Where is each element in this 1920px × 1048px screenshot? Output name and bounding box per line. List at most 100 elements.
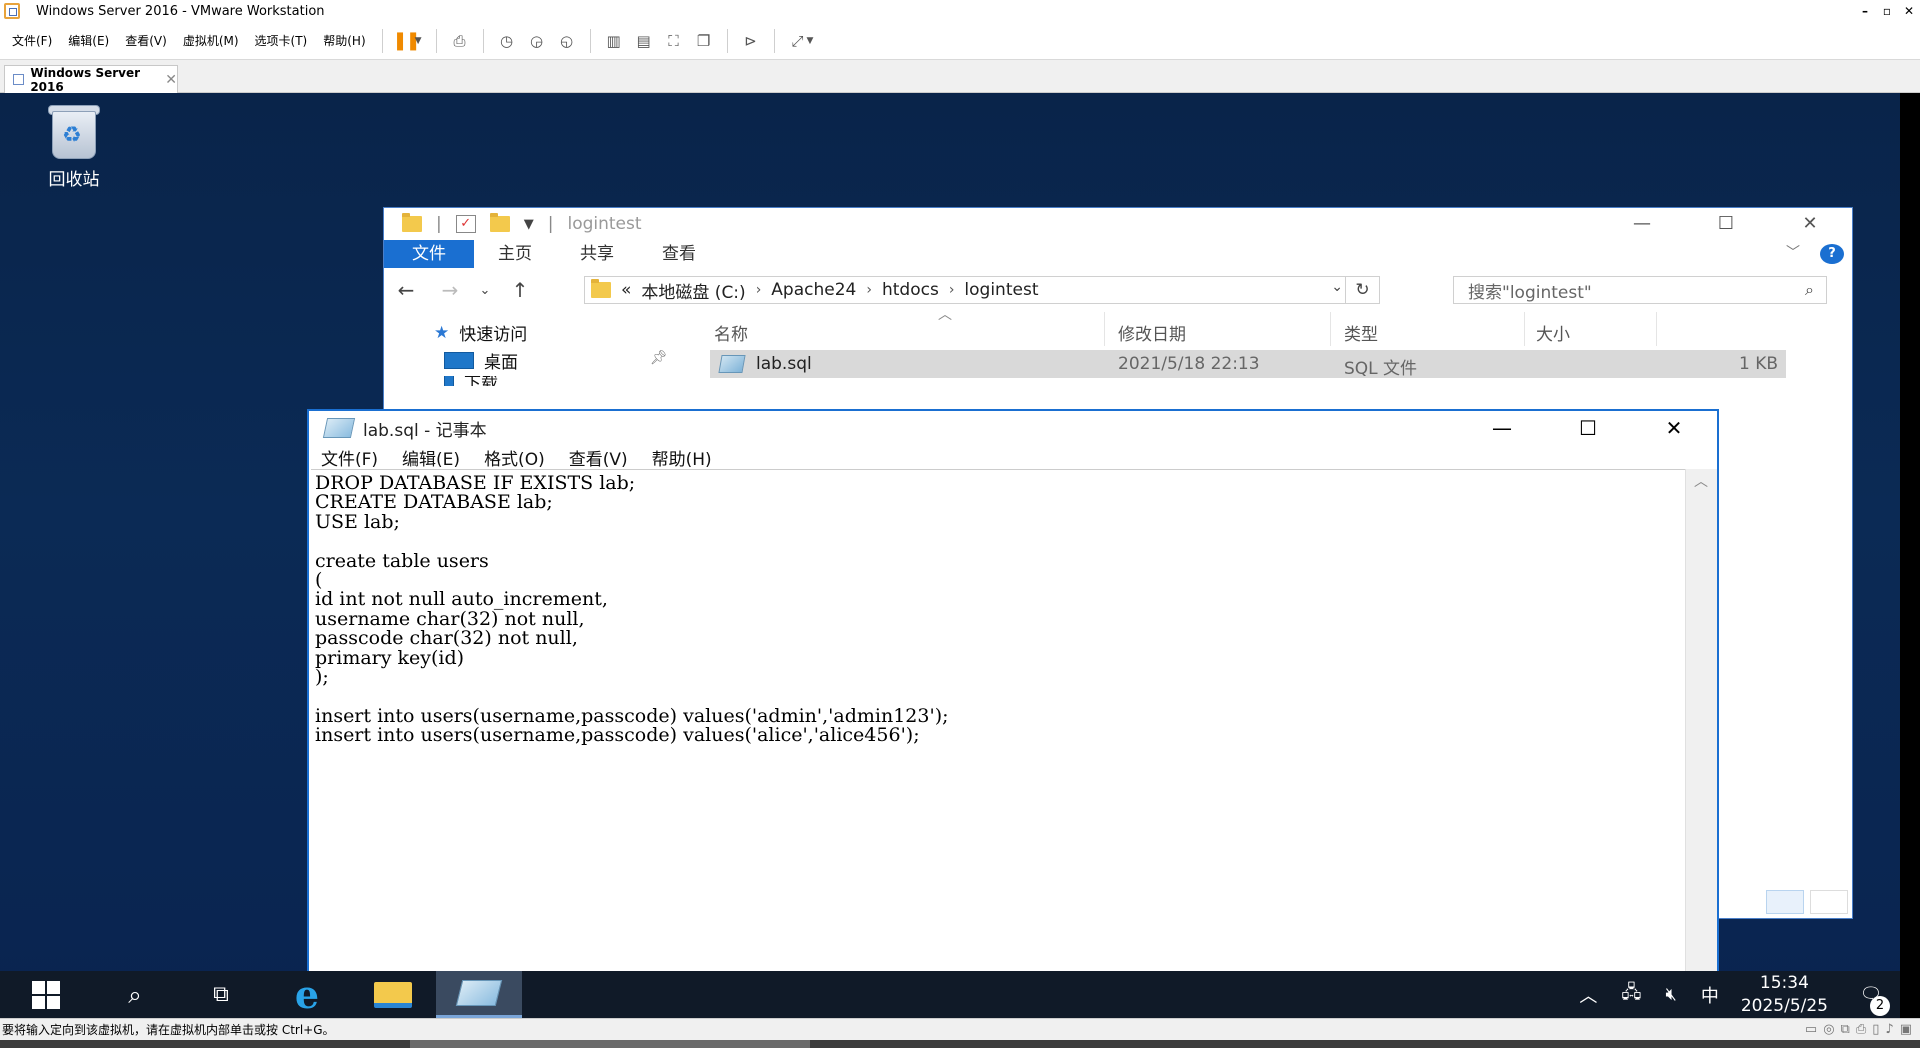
action-center-button[interactable]: 🗨︎ 2 — [1842, 984, 1900, 1016]
notepad-menu-file[interactable]: 文件(F) — [309, 445, 390, 470]
explorer-close-button[interactable]: ✕ — [1768, 208, 1852, 240]
notepad-taskbar-button[interactable] — [436, 971, 522, 1018]
breadcrumb-apache24[interactable]: Apache24 — [771, 280, 856, 300]
breadcrumb-chevron-icon[interactable]: › — [866, 282, 872, 298]
task-view-button[interactable]: ⧉ — [178, 971, 264, 1018]
search-box[interactable]: 搜索"logintest" ⌕ — [1453, 276, 1827, 304]
large-icons-view-icon[interactable] — [1810, 890, 1848, 914]
tab-windows-server-2016[interactable]: Windows Server 2016 ✕ — [4, 65, 178, 94]
column-separator[interactable] — [1524, 312, 1525, 346]
ribbon-tab-file[interactable]: 文件 — [384, 240, 474, 268]
printer-icon[interactable]: ⎙ — [1856, 1022, 1866, 1037]
minimize-button[interactable]: – — [1854, 4, 1876, 18]
menu-file[interactable]: 文件(F) — [0, 32, 60, 49]
thumbnail-bar-icon[interactable]: ▤ — [629, 29, 659, 53]
breadcrumb-chevron-icon[interactable]: › — [756, 282, 762, 298]
ribbon-expand-icon[interactable]: ﹀ — [1786, 242, 1800, 262]
console-icon[interactable]: ⊳ — [736, 29, 766, 53]
address-overflow[interactable]: « — [621, 280, 631, 300]
nav-quick-access[interactable]: ★ 快速访问 — [434, 320, 527, 346]
notepad-window[interactable]: lab.sql - 记事本 — ☐ ✕ 文件(F) 编辑(E) 格式(O) 查看… — [307, 409, 1719, 1018]
column-separator[interactable] — [1330, 312, 1331, 346]
ime-indicator[interactable]: 中 — [1689, 982, 1731, 1008]
notepad-menu-format[interactable]: 格式(O) — [472, 445, 557, 470]
breadcrumb-chevron-icon[interactable]: › — [949, 282, 955, 298]
address-dropdown-icon[interactable]: ⌄ — [1331, 279, 1343, 295]
breadcrumb-htdocs[interactable]: htdocs — [882, 280, 939, 300]
search-taskbar-button[interactable]: ⌕ — [92, 971, 178, 1018]
column-separator[interactable] — [1104, 312, 1105, 346]
unity-icon[interactable]: ❐ — [689, 29, 719, 53]
snapshot-manager-icon[interactable]: ◵ — [552, 29, 582, 53]
menu-view[interactable]: 查看(V) — [117, 32, 175, 49]
file-row-lab-sql[interactable]: lab.sql 2021/5/18 22:13 SQL 文件 1 KB — [710, 350, 1786, 379]
notepad-close-button[interactable]: ✕ — [1631, 411, 1717, 445]
column-modified[interactable]: 修改日期 — [1118, 320, 1186, 345]
sound-icon[interactable]: ♪ — [1885, 1022, 1893, 1037]
breadcrumb-local-disk[interactable]: 本地磁盘 (C:) — [641, 278, 745, 303]
notepad-text-area[interactable]: DROP DATABASE IF EXISTS lab; CREATE DATA… — [311, 469, 1685, 1018]
scrollbar-thumb[interactable] — [410, 1040, 810, 1048]
customize-quick-access-icon[interactable]: ▼ — [524, 217, 534, 232]
properties-icon[interactable]: ✓ — [455, 215, 476, 233]
nav-downloads[interactable]: 下载 — [444, 376, 498, 386]
column-separator[interactable] — [1656, 312, 1657, 346]
pin-icon[interactable]: 📌︎ — [650, 350, 668, 366]
menu-help[interactable]: 帮助(H) — [315, 32, 373, 49]
full-screen-icon[interactable]: ⛶ — [659, 29, 689, 53]
notepad-content[interactable]: DROP DATABASE IF EXISTS lab; CREATE DATA… — [315, 473, 1681, 746]
notepad-menu-help[interactable]: 帮助(H) — [640, 445, 724, 470]
recent-locations-icon[interactable]: ⌄ — [472, 283, 498, 298]
ribbon-tab-view[interactable]: 查看 — [638, 240, 720, 268]
menu-vm[interactable]: 虚拟机(M) — [175, 32, 247, 49]
revert-snapshot-icon[interactable]: ◶ — [522, 29, 552, 53]
cd-drive-icon[interactable]: ◎ — [1823, 1022, 1834, 1037]
details-view-icon[interactable] — [1766, 890, 1804, 914]
new-folder-icon[interactable] — [489, 213, 510, 232]
breadcrumb-logintest[interactable]: logintest — [964, 280, 1038, 300]
send-ctrl-alt-del-icon[interactable]: ⎙ — [445, 29, 475, 53]
snapshot-icon[interactable]: ◷ — [492, 29, 522, 53]
ribbon-tab-home[interactable]: 主页 — [474, 240, 556, 268]
notepad-minimize-button[interactable]: — — [1459, 411, 1545, 445]
hard-disk-icon[interactable]: ▭ — [1805, 1022, 1817, 1037]
search-icon[interactable]: ⌕ — [1805, 280, 1814, 300]
library-icon[interactable]: ▥ — [599, 29, 629, 53]
display-icon[interactable]: ▣ — [1900, 1022, 1912, 1037]
nav-desktop[interactable]: 桌面 — [444, 348, 518, 373]
notepad-menu-edit[interactable]: 编辑(E) — [390, 445, 472, 470]
back-arrow-icon[interactable]: ← — [384, 278, 428, 302]
refresh-icon[interactable]: ↻ — [1345, 277, 1379, 303]
vmware-horizontal-scrollbar[interactable] — [0, 1040, 1920, 1048]
explorer-maximize-button[interactable]: ☐ — [1684, 208, 1768, 240]
address-bar[interactable]: « 本地磁盘 (C:) › Apache24 › htdocs › logint… — [584, 276, 1380, 304]
up-arrow-icon[interactable]: ↑ — [498, 278, 542, 302]
notepad-maximize-button[interactable]: ☐ — [1545, 411, 1631, 445]
maximize-button[interactable]: ▫ — [1876, 4, 1898, 18]
start-button[interactable] — [0, 971, 92, 1018]
notepad-menu-view[interactable]: 查看(V) — [557, 445, 640, 470]
stretch-dropdown-icon[interactable]: ▼ — [807, 36, 814, 46]
usb-icon[interactable]: ▯ — [1872, 1022, 1879, 1037]
help-icon[interactable]: ? — [1820, 244, 1844, 264]
forward-arrow-icon[interactable]: → — [428, 278, 472, 302]
scroll-up-icon[interactable]: ︿ — [1694, 471, 1708, 491]
pause-dropdown-icon[interactable]: ▼ — [415, 36, 422, 46]
network-adapter-icon[interactable]: ⧉ — [1841, 1022, 1850, 1037]
volume-muted-icon[interactable]: 🔇︎ — [1653, 984, 1688, 1005]
guest-desktop[interactable]: ♻ 回收站 | ✓ ▼ | logintest — ☐ ✕ 文件 主页 共享 查… — [0, 93, 1920, 1018]
file-explorer-taskbar-button[interactable] — [350, 971, 436, 1018]
column-name[interactable]: 名称 — [714, 320, 748, 345]
internet-explorer-button[interactable]: e — [264, 971, 350, 1018]
close-button[interactable]: ✕ — [1898, 4, 1920, 18]
column-size[interactable]: 大小 — [1536, 320, 1570, 345]
explorer-minimize-button[interactable]: — — [1600, 208, 1684, 240]
tab-close-icon[interactable]: ✕ — [165, 72, 177, 88]
menu-tabs[interactable]: 选项卡(T) — [247, 32, 316, 49]
network-icon[interactable]: 🖧︎ — [1609, 980, 1653, 1010]
clock[interactable]: 15:34 2025/5/25 — [1731, 972, 1842, 1018]
notepad-vertical-scrollbar[interactable]: ︿ — [1685, 469, 1717, 1018]
recycle-bin[interactable]: ♻ 回收站 — [30, 103, 118, 190]
column-type[interactable]: 类型 — [1344, 320, 1378, 345]
menu-edit[interactable]: 编辑(E) — [60, 32, 117, 49]
